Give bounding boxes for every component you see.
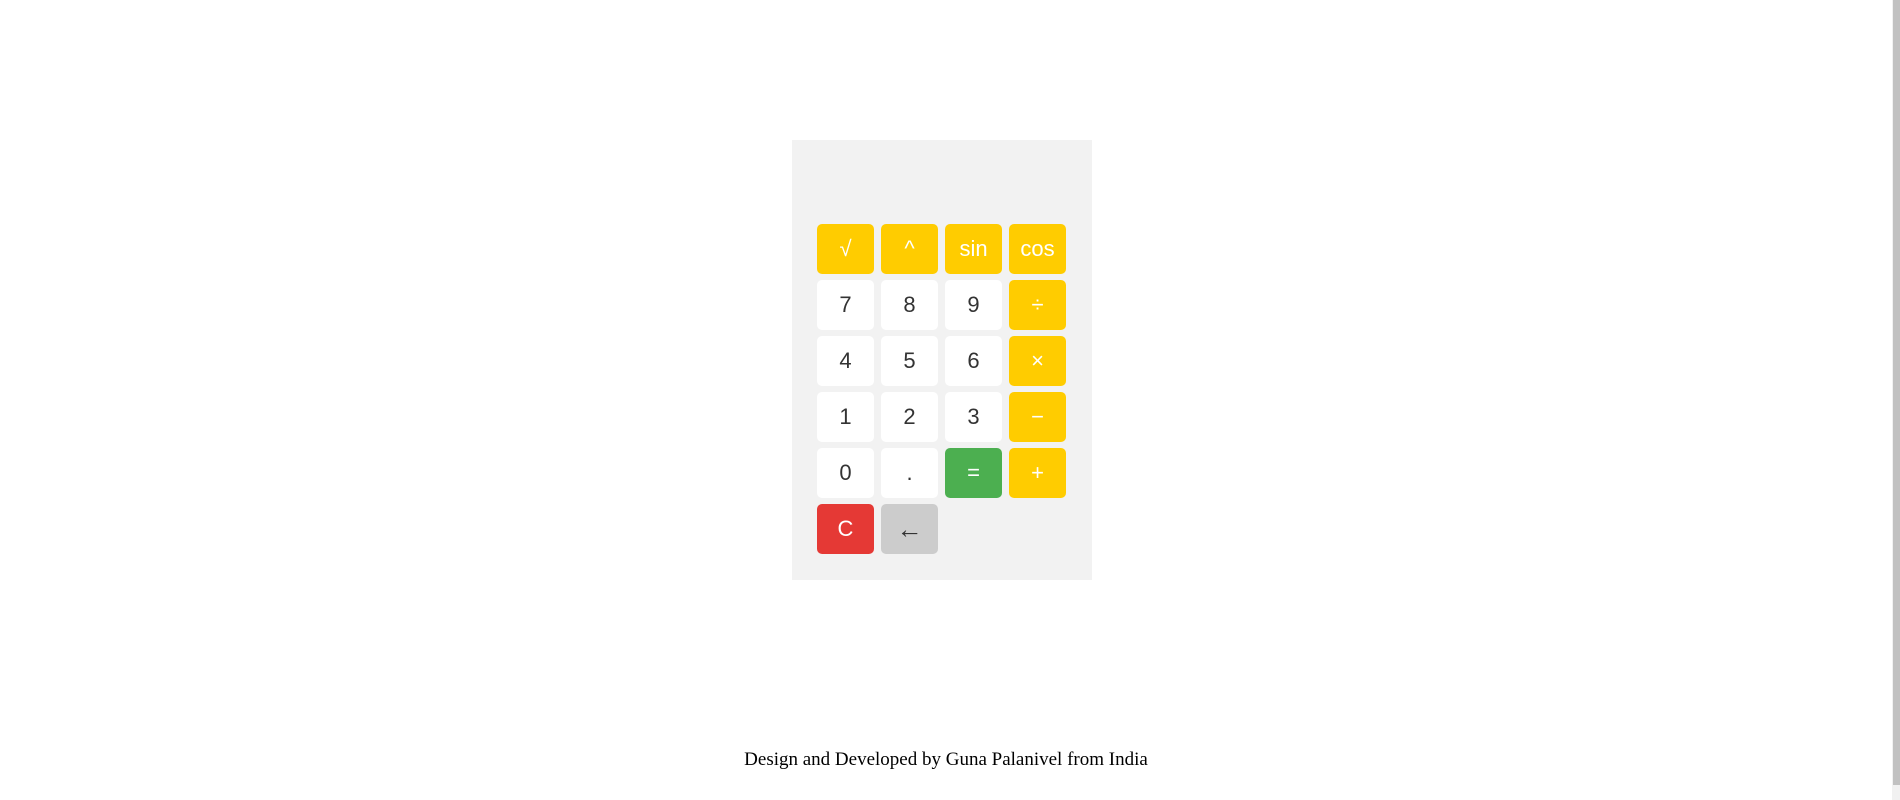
- key-multiply-button[interactable]: ×: [1009, 336, 1066, 386]
- key-8-button[interactable]: 8: [881, 280, 938, 330]
- key-5-button[interactable]: 5: [881, 336, 938, 386]
- key-divide-button[interactable]: ÷: [1009, 280, 1066, 330]
- key-minus-button[interactable]: −: [1009, 392, 1066, 442]
- key-7-button[interactable]: 7: [817, 280, 874, 330]
- key-3-button[interactable]: 3: [945, 392, 1002, 442]
- key-0-button[interactable]: 0: [817, 448, 874, 498]
- calculator: √ ^ sin cos 7 8 9 ÷ 4 5 6 × 1 2 3− 0. = + C ←: [792, 140, 1092, 580]
- key-backspace-button[interactable]: ←: [881, 504, 938, 554]
- key-2-button[interactable]: 2: [881, 392, 938, 442]
- key-1-button[interactable]: 1: [817, 392, 874, 442]
- key-cos-button[interactable]: cos: [1009, 224, 1066, 274]
- key-sin-button[interactable]: sin: [945, 224, 1002, 274]
- key-plus-button[interactable]: +: [1009, 448, 1066, 498]
- scrollbar[interactable]: [1892, 0, 1900, 800]
- key-clear-button[interactable]: C: [817, 504, 874, 554]
- key-decimal-button[interactable]: .: [881, 448, 938, 498]
- key-6-button[interactable]: 6: [945, 336, 1002, 386]
- footer-credit: Design and Developed by Guna Palanivel f…: [744, 749, 1148, 770]
- key-9-button[interactable]: 9: [945, 280, 1002, 330]
- key-sqrt-button[interactable]: √: [817, 224, 874, 274]
- scrollbar-thumb[interactable]: [1893, 0, 1900, 785]
- key-power-button[interactable]: ^: [881, 224, 938, 274]
- key-equals-button[interactable]: =: [945, 448, 1002, 498]
- key-4-button[interactable]: 4: [817, 336, 874, 386]
